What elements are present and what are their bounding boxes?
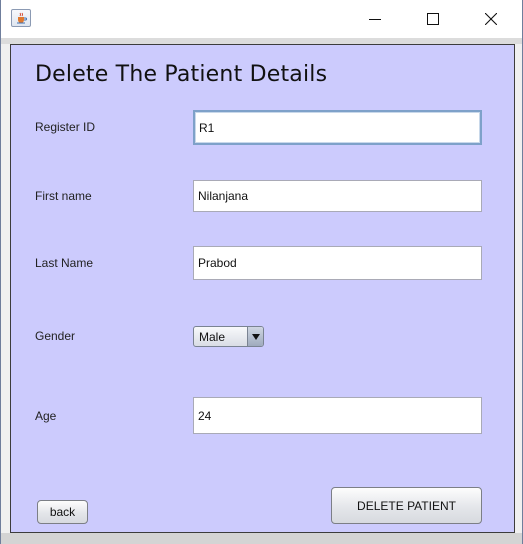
minimize-icon: [369, 19, 381, 20]
gender-selected-value: Male: [199, 330, 226, 344]
page-title: Delete The Patient Details: [35, 62, 328, 87]
last-name-field[interactable]: [193, 246, 482, 280]
app-window: Delete The Patient Details Register ID F…: [0, 0, 523, 544]
chevron-down-icon[interactable]: [247, 327, 263, 346]
first-name-field[interactable]: [193, 180, 482, 212]
age-field[interactable]: [193, 397, 482, 434]
gender-label: Gender: [35, 329, 76, 343]
delete-patient-button[interactable]: DELETE PATIENT: [331, 487, 482, 524]
close-icon: [485, 13, 497, 25]
first-name-label: First name: [35, 189, 92, 203]
age-label: Age: [35, 409, 57, 423]
frame-bottom-border: [1, 533, 522, 544]
close-button[interactable]: [468, 0, 514, 38]
minimize-button[interactable]: [352, 0, 398, 38]
form-panel: Delete The Patient Details Register ID F…: [10, 44, 515, 533]
last-name-label: Last Name: [35, 256, 94, 270]
java-cup-icon[interactable]: [11, 9, 31, 27]
register-id-field[interactable]: [193, 110, 482, 145]
maximize-icon: [427, 13, 439, 25]
back-button[interactable]: back: [37, 500, 88, 524]
title-bar[interactable]: [1, 0, 522, 38]
maximize-button[interactable]: [410, 0, 456, 38]
gender-select[interactable]: Male: [193, 326, 264, 347]
register-id-label: Register ID: [35, 120, 96, 134]
